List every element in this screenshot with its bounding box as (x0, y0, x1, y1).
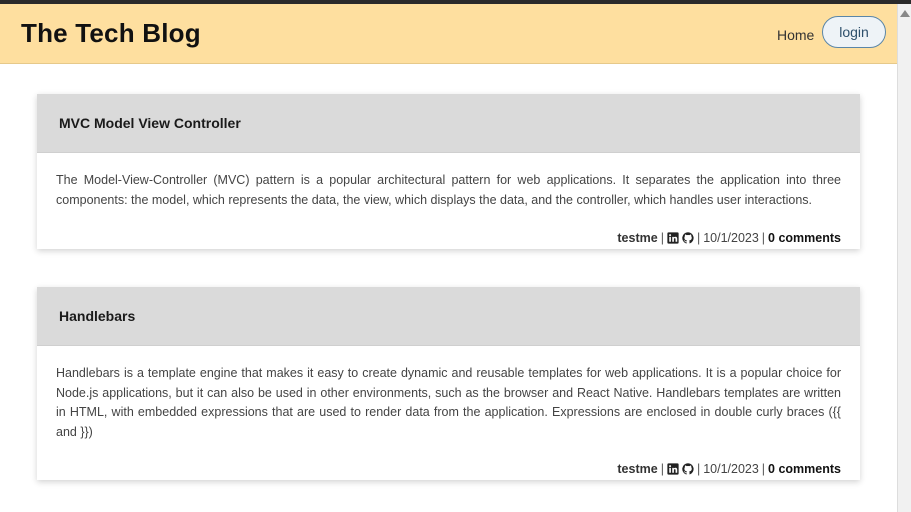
post-header[interactable]: Handlebars (37, 287, 860, 346)
linkedin-icon[interactable] (667, 463, 679, 475)
github-icon[interactable] (682, 463, 694, 475)
page-viewport: The Tech Blog Home login MVC Model View … (0, 4, 897, 512)
meta-separator: | (660, 462, 664, 476)
nav-home-link[interactable]: Home (777, 27, 814, 43)
meta-separator: | (696, 231, 701, 245)
github-icon[interactable] (682, 232, 694, 244)
post-header[interactable]: MVC Model View Controller (37, 94, 860, 153)
post-comments-link[interactable]: 0 comments (768, 231, 841, 245)
post-date: 10/1/2023 (703, 231, 759, 245)
linkedin-icon[interactable] (667, 232, 679, 244)
post-comments-link[interactable]: 0 comments (768, 462, 841, 476)
site-header: The Tech Blog Home login (0, 4, 897, 64)
post-title[interactable]: Handlebars (59, 308, 135, 324)
post-card: Handlebars Handlebars is a template engi… (37, 287, 860, 480)
post-author[interactable]: testme (617, 462, 657, 476)
meta-separator: | (696, 462, 701, 476)
post-card: MVC Model View Controller The Model-View… (37, 94, 860, 249)
meta-separator: | (660, 231, 664, 245)
site-title: The Tech Blog (21, 18, 201, 48)
vertical-scrollbar[interactable] (897, 4, 911, 512)
post-body: Handlebars is a template engine that mak… (56, 366, 841, 439)
meta-separator: | (761, 231, 766, 245)
post-date: 10/1/2023 (703, 462, 759, 476)
meta-separator: | (761, 462, 766, 476)
post-title[interactable]: MVC Model View Controller (59, 115, 241, 131)
post-meta: testme | | 10/1/2023 | 0 comments (617, 231, 841, 245)
post-meta: testme | | 10/1/2023 | 0 comments (617, 462, 841, 476)
post-author[interactable]: testme (617, 231, 657, 245)
scroll-up-arrow-icon[interactable] (900, 10, 910, 17)
post-body: The Model-View-Controller (MVC) pattern … (56, 173, 841, 207)
login-button[interactable]: login (822, 16, 886, 48)
